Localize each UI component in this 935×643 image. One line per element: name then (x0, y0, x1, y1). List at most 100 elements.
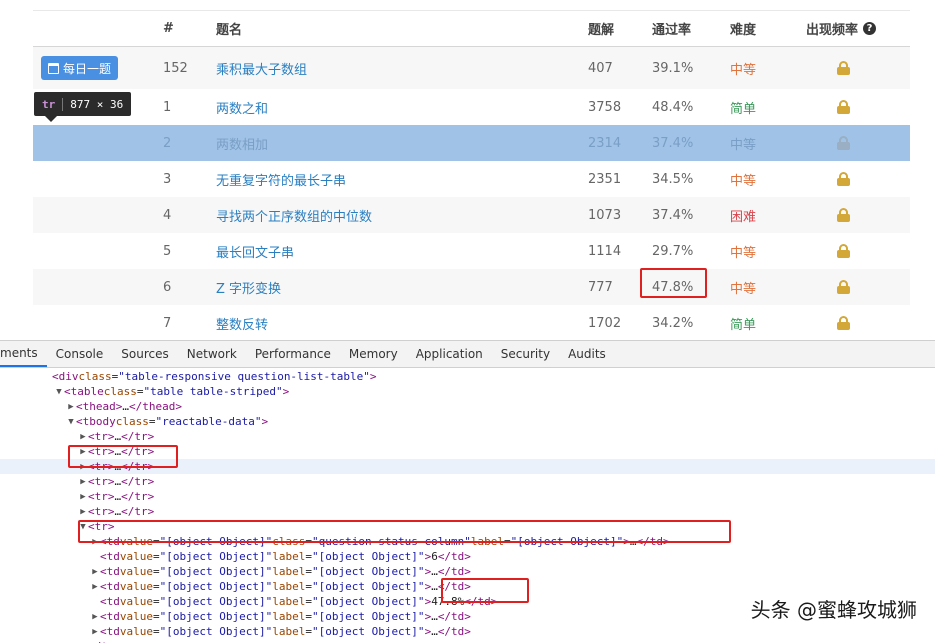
collapse-triangle-icon[interactable]: ▶ (78, 477, 88, 487)
markup-token: = (153, 580, 160, 593)
table-row[interactable]: 3 无重复字符的最长子串 2351 34.5% 中等 (33, 161, 910, 197)
problem-title-link[interactable]: 两数之和 (216, 89, 268, 125)
devtools-tab-security[interactable]: Security (492, 341, 559, 367)
dom-tree-node[interactable]: ▶ <td value = "[object Object]" label = "[obj… (0, 579, 935, 594)
markup-token: > (282, 385, 290, 398)
dom-tree-node[interactable]: <td value = "[object Object]" label = "[obje… (0, 549, 935, 564)
collapse-triangle-icon[interactable]: ▶ (78, 492, 88, 502)
expand-triangle-icon[interactable]: ▼ (78, 522, 88, 532)
devtools-tab-elements[interactable]: ments (0, 341, 47, 367)
frequency-lock[interactable] (837, 305, 850, 341)
lock-icon (837, 316, 850, 330)
header-difficulty[interactable]: 难度 (730, 11, 756, 46)
dom-tree-node[interactable]: ▶ <tr>… </tr> (0, 504, 935, 519)
dom-tree-node[interactable]: <div class = "table-responsive question-li… (0, 369, 935, 384)
markup-token: > (424, 625, 432, 638)
markup-token: value (119, 625, 153, 638)
devtools-tab-sources[interactable]: Sources (112, 341, 177, 367)
devtools-tab-audits[interactable]: Audits (559, 341, 615, 367)
element-inspector-tooltip: tr 877 × 36 (34, 92, 132, 116)
frequency-lock[interactable] (837, 197, 850, 233)
problem-title-link[interactable]: 整数反转 (216, 305, 268, 341)
dom-tree-node[interactable]: ▶ <td value = "[object Object]" class = "ques… (0, 534, 935, 549)
collapse-triangle-icon[interactable]: ▶ (90, 582, 100, 592)
markup-token: <tr> (88, 505, 115, 518)
problem-title-link[interactable]: 无重复字符的最长子串 (216, 161, 346, 197)
frequency-lock[interactable] (837, 233, 850, 269)
problem-title-link[interactable]: 寻找两个正序数组的中位数 (216, 197, 372, 233)
markup-token: … (114, 490, 122, 503)
markup-token: "[object Object]" (510, 535, 624, 548)
dom-tree-node[interactable]: ▶ <tr>… </tr> (0, 459, 935, 474)
frequency-lock[interactable] (837, 89, 850, 125)
collapse-triangle-icon[interactable]: ▶ (78, 447, 88, 457)
table-row[interactable]: 每日一题 152 乘积最大子数组 407 39.1% 中等 (33, 47, 910, 89)
devtools-tab-network[interactable]: Network (178, 341, 246, 367)
markup-token: "reactable-data" (155, 415, 262, 428)
collapse-triangle-icon[interactable]: ▶ (90, 537, 100, 547)
problem-title-link[interactable]: 乘积最大子数组 (216, 47, 307, 89)
table-row[interactable]: 7 整数反转 1702 34.2% 简单 (33, 305, 910, 341)
dom-tree-node[interactable]: ▶ <td value = "[object Object]" label = "[obj… (0, 564, 935, 579)
collapse-triangle-icon[interactable]: ▶ (90, 567, 100, 577)
table-row[interactable]: 5 最长回文子串 1114 29.7% 中等 (33, 233, 910, 269)
collapse-triangle-icon[interactable]: ▶ (90, 612, 100, 622)
collapse-triangle-icon[interactable]: ▶ (78, 432, 88, 442)
devtools-tab-performance[interactable]: Performance (246, 341, 340, 367)
markup-token: = (153, 565, 160, 578)
devtools-tab-console[interactable]: Console (47, 341, 113, 367)
dom-tree-node[interactable]: ▶ <tr>… </tr> (0, 444, 935, 459)
question-mark-icon[interactable]: ? (863, 22, 877, 35)
dom-tree-node[interactable]: ▼ <tbody class = "reactable-data" > (0, 414, 935, 429)
difficulty-label: 困难 (730, 209, 757, 225)
table-row[interactable]: 2 两数相加 2314 37.4% 中等 (33, 125, 910, 161)
table-header-row: # 题名 题解 通过率 难度 出现频率 ? (33, 11, 910, 47)
markup-token: > (261, 415, 269, 428)
frequency-lock[interactable] (837, 161, 850, 197)
markup-token: </tr> (121, 460, 155, 473)
daily-challenge-button[interactable]: 每日一题 (41, 56, 119, 80)
problem-title-link[interactable]: Z 字形变换 (216, 269, 281, 305)
table-row[interactable]: 1 两数之和 3758 48.4% 简单 (33, 89, 910, 125)
expand-triangle-icon[interactable]: ▼ (66, 417, 76, 427)
dom-tree-node[interactable]: ▶ <tr>… </tr> (0, 429, 935, 444)
solution-count: 1073 (588, 207, 622, 223)
dom-tree-node[interactable]: ▼ <table class = "table table-striped" > (0, 384, 935, 399)
collapse-triangle-icon[interactable]: ▶ (66, 402, 76, 412)
frequency-lock[interactable] (837, 269, 850, 305)
collapse-triangle-icon[interactable]: ▶ (90, 627, 100, 637)
collapse-triangle-icon[interactable]: ▶ (78, 507, 88, 517)
frequency-lock[interactable] (837, 125, 850, 161)
markup-token: label (272, 550, 306, 563)
devtools-tab-application[interactable]: Application (407, 341, 492, 367)
daily-challenge-label: 每日一题 (63, 61, 112, 76)
header-num[interactable]: # (163, 11, 174, 46)
dom-tree-node[interactable]: ▶ <thead>… </thead> (0, 399, 935, 414)
markup-token: <table (64, 385, 104, 398)
expand-triangle-icon[interactable]: ▼ (54, 387, 64, 397)
markup-token: value (119, 550, 153, 563)
devtools-tab-memory[interactable]: Memory (340, 341, 407, 367)
markup-token: = (153, 535, 160, 548)
table-row[interactable]: 4 寻找两个正序数组的中位数 1073 37.4% 困难 (33, 197, 910, 233)
table-row[interactable]: 6 Z 字形变换 777 47.8% 中等 (33, 269, 910, 305)
dom-tree-node[interactable]: ▼ <tr> (0, 519, 935, 534)
header-frequency[interactable]: 出现频率 ? (806, 11, 877, 46)
acceptance-rate: 39.1% (652, 60, 694, 76)
markup-token: > (623, 535, 630, 548)
dom-tree-node[interactable]: ▶ <td value = "[object Object]" label = "[obj… (0, 624, 935, 639)
header-title[interactable]: 题名 (216, 11, 242, 46)
problem-title-link[interactable]: 最长回文子串 (216, 233, 294, 269)
dom-tree-node[interactable]: ▶ <tr>… </tr> (0, 489, 935, 504)
markup-token: <td (100, 595, 120, 608)
markup-token: = (153, 595, 160, 608)
dom-tree-node[interactable]: ▶ <tr>… </tr> (0, 474, 935, 489)
dom-tree-node[interactable]: </tr> (0, 639, 935, 643)
frequency-lock[interactable] (837, 47, 850, 89)
acceptance-rate: 37.4% (652, 207, 694, 223)
header-rate[interactable]: 通过率 (652, 11, 691, 46)
collapse-triangle-icon[interactable]: ▶ (78, 462, 88, 472)
markup-token: </tr> (121, 445, 155, 458)
problem-title-link[interactable]: 两数相加 (216, 125, 268, 161)
header-solutions[interactable]: 题解 (588, 11, 614, 46)
